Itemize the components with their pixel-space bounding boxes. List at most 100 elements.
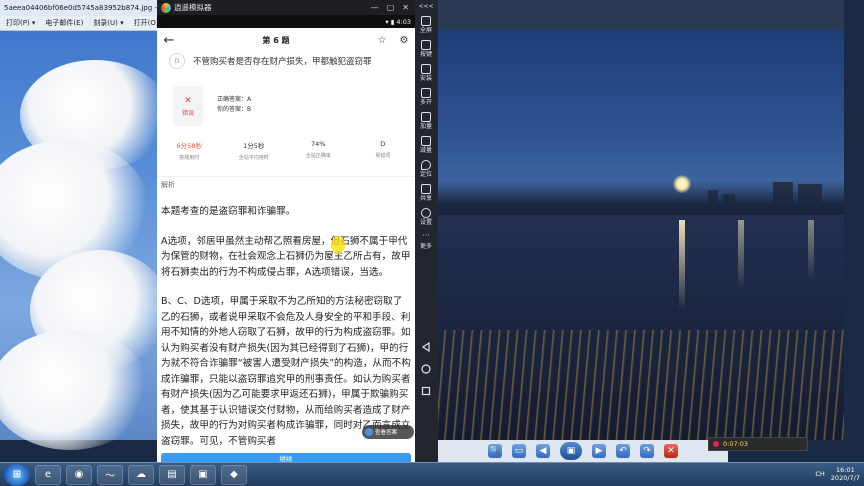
window-buttons: — ▢ ✕: [371, 3, 415, 12]
result-badge: ✕ 错误: [173, 86, 203, 126]
taskbar-explorer[interactable]: ▤: [159, 464, 185, 485]
question-title: 第 6 题: [262, 35, 290, 45]
keyboard-icon: [420, 40, 431, 50]
record-dot-icon: [713, 441, 719, 447]
photo-night-lake: [438, 30, 844, 440]
delete-icon[interactable]: ✕: [664, 444, 678, 458]
question-header: ← 第 6 题 ☆ ⚙: [157, 28, 415, 52]
rotate-right-icon[interactable]: ↷: [640, 444, 654, 458]
menu-print[interactable]: 打印(P) ▾: [6, 18, 35, 28]
taskbar-emulator[interactable]: ◆: [221, 464, 247, 485]
taskbar-wechat[interactable]: ☁: [128, 464, 154, 485]
system-tray: CH 16:01 2020/7/7: [815, 462, 860, 486]
apk-install-icon: [420, 64, 431, 74]
stat-accuracy: 74% 全站正确率: [286, 140, 351, 174]
star-icon[interactable]: ☆: [371, 35, 393, 46]
analysis-paragraph: 本题考查的是盗窃罪和诈骗罪。: [161, 206, 296, 217]
slideshow-icon[interactable]: ▣: [560, 442, 582, 460]
side-share-label: 共享: [419, 195, 432, 202]
android-status-bar: ▾ ▮ 4:03: [157, 15, 415, 28]
option-d-text: 不管购买者是否存在财产损失，甲都触犯盗窃罪: [193, 57, 372, 67]
side-settings[interactable]: 设置: [420, 208, 432, 226]
actual-size-icon[interactable]: ▭: [512, 444, 526, 458]
recorder-bar[interactable]: 0:07:03: [708, 437, 808, 451]
fullscreen-icon: [420, 16, 431, 26]
menu-open[interactable]: 打开(O): [134, 18, 159, 28]
stat-value: 74%: [311, 140, 326, 148]
continue-button[interactable]: 继续: [161, 453, 411, 462]
side-more-label: 更多: [419, 243, 432, 250]
next-icon[interactable]: ▶: [592, 444, 606, 458]
gear-icon[interactable]: ⚙: [393, 35, 415, 46]
side-volume-down-label: 减量: [419, 147, 432, 154]
maximize-button[interactable]: ▢: [387, 3, 395, 12]
taskbar-chrome[interactable]: ◉: [66, 464, 92, 485]
taskbar-photo[interactable]: ▣: [190, 464, 216, 485]
close-button[interactable]: ✕: [402, 3, 409, 12]
side-multi-label: 多开: [419, 99, 432, 106]
status-right: ▾ ▮ 4:03: [385, 18, 411, 26]
phone-screen: ← 第 6 题 ☆ ⚙ D 不管购买者是否存在财产损失，甲都触犯盗窃罪 ✕ 错误…: [157, 28, 415, 462]
emulator-app-name: 逍遥模拟器: [174, 3, 212, 12]
settings-gear-icon: [420, 208, 431, 218]
volume-up-icon: [420, 112, 431, 122]
rotate-left-icon[interactable]: ↶: [616, 444, 630, 458]
stat-common-mistake: D 易错项: [351, 140, 416, 174]
side-more[interactable]: ··· 更多: [419, 231, 432, 251]
language-indicator[interactable]: CH: [815, 470, 824, 478]
side-install[interactable]: 安装: [420, 64, 432, 82]
status-time: 4:03: [396, 17, 411, 26]
stat-value: D: [380, 140, 386, 148]
stat-value: 1分5秒: [243, 142, 265, 150]
side-install-label: 安装: [419, 75, 432, 82]
side-share[interactable]: 共享: [420, 184, 432, 202]
side-keyboard[interactable]: 按键: [420, 40, 432, 58]
recorder-time: 0:07:03: [723, 440, 749, 448]
stat-label: 答题用时: [179, 155, 200, 161]
cursor-highlight: [331, 236, 345, 254]
viewer-controls: 🔍 ▭ ◀ ▣ ▶ ↶ ↷ ✕: [438, 440, 728, 462]
side-settings-label: 设置: [419, 219, 432, 226]
emulator-logo-icon: [161, 2, 171, 13]
side-fullscreen[interactable]: 全屏: [420, 16, 432, 34]
signal-icon: ▾ ▮: [385, 17, 395, 26]
analysis-text: 本题考查的是盗窃罪和诈骗罪。 A选项，邻居甲虽然主动帮乙照看房屋，但石狮不属于甲…: [161, 204, 411, 462]
viewer-menu-bar: 打印(P) ▾ 电子邮件(E) 刻录(U) ▾ 打开(O): [0, 16, 160, 31]
volume-down-icon: [420, 136, 431, 146]
wrong-icon: ✕: [184, 95, 192, 106]
side-volume-down[interactable]: 减量: [420, 136, 432, 154]
start-button[interactable]: ⊞: [4, 463, 30, 486]
menu-burn[interactable]: 刻录(U) ▾: [93, 18, 123, 28]
side-location-label: 定位: [419, 171, 432, 178]
taskbar-app3[interactable]: 〜: [97, 464, 123, 485]
result-label: 错误: [181, 109, 194, 117]
collapse-toolbar-button[interactable]: <<<: [418, 3, 433, 10]
taskbar-ie[interactable]: e: [35, 464, 61, 485]
back-icon[interactable]: ←: [157, 33, 181, 48]
clock[interactable]: 16:01 2020/7/7: [831, 466, 860, 482]
wallpaper-sky: [0, 0, 170, 450]
taskbar: ⊞ e ◉ 〜 ☁ ▤ ▣ ◆: [0, 462, 864, 486]
stats-row: 6分58秒 答题用时 1分5秒 全站平均用时 74% 全站正确率 D 易错项: [157, 140, 415, 174]
menu-email[interactable]: 电子邮件(E): [45, 18, 83, 28]
side-volume-up[interactable]: 加量: [420, 112, 432, 130]
nav-recents-icon[interactable]: [421, 386, 431, 396]
minimize-button[interactable]: —: [371, 3, 379, 12]
floating-chip[interactable]: 查看答案: [362, 425, 414, 439]
answer-info: 正确答案：A 你的答案：B: [217, 95, 251, 115]
viewer-window-title: 5aeea04406bf06e0d5745a83952b874.jpg - Wi…: [0, 0, 160, 16]
nav-back-icon[interactable]: [421, 342, 431, 352]
multi-instance-icon: [420, 88, 431, 98]
emulator-side-toolbar: <<< 全屏 按键 安装 多开 加量 减量 定位 共享 设置 ··· 更多: [415, 0, 437, 462]
previous-icon[interactable]: ◀: [536, 444, 550, 458]
stat-label: 易错项: [375, 153, 391, 159]
stat-label: 全站平均用时: [238, 155, 269, 161]
more-icon: ···: [422, 231, 430, 240]
side-volume-up-label: 加量: [419, 123, 432, 130]
option-d[interactable]: D 不管购买者是否存在财产损失，甲都触犯盗窃罪: [169, 52, 409, 70]
analysis-heading: 解析: [161, 181, 175, 189]
side-multi[interactable]: 多开: [420, 88, 432, 106]
nav-home-icon[interactable]: [421, 364, 431, 374]
side-location[interactable]: 定位: [420, 160, 432, 178]
zoom-icon[interactable]: 🔍: [488, 444, 502, 458]
